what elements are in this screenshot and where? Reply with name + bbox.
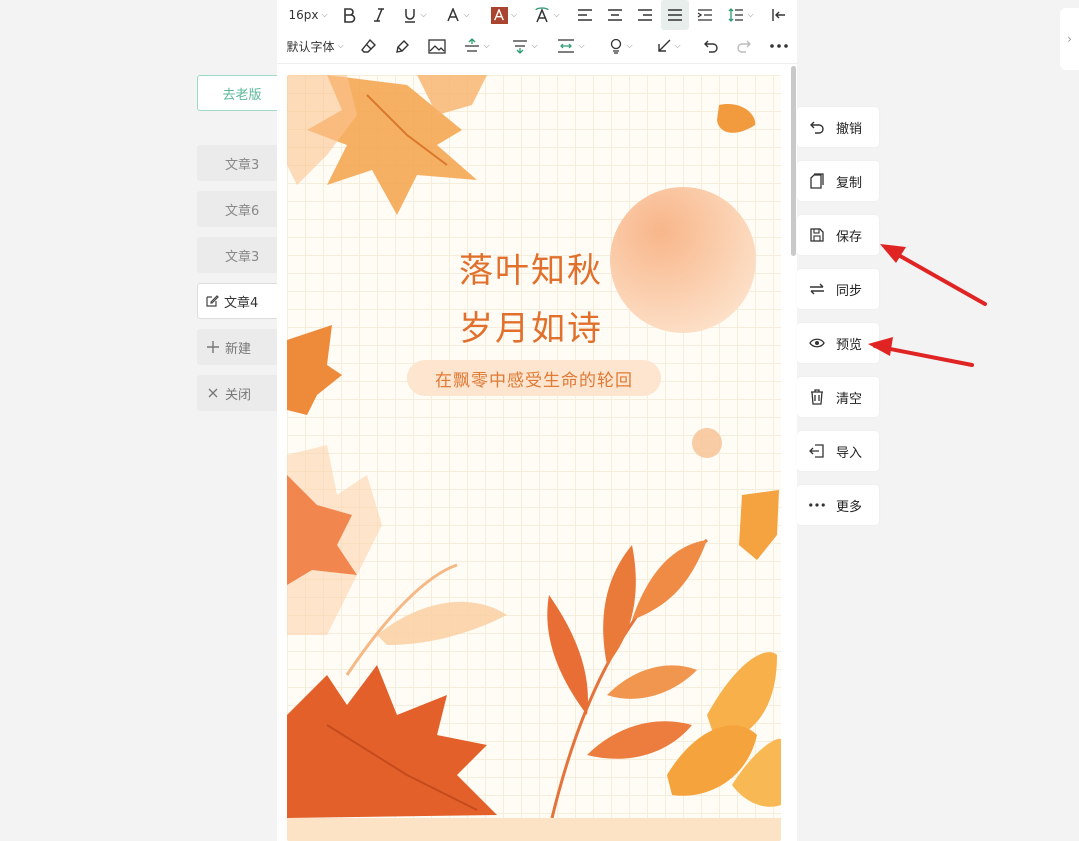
new-article-button[interactable]: 新建 <box>197 329 287 365</box>
align-center-icon[interactable] <box>603 0 627 30</box>
undo-toolbar-icon[interactable] <box>699 31 723 61</box>
spacing-before-icon[interactable]: ⌵ <box>459 31 495 61</box>
resize-arrow-icon[interactable]: ⌵ <box>651 31 687 61</box>
eraser-icon[interactable] <box>357 31 381 61</box>
sync-button[interactable]: 同步 <box>797 269 879 309</box>
underline-icon[interactable]: ⌵ <box>397 0 433 30</box>
toolbar: 16px ⌵ ⌵ ⌵ ⌵ ⌵ ⌵ 默认字体 ⌵ ⌵ ⌵ ⌵ ⌵ ⌵ <box>277 0 797 64</box>
font-size-value: 16px <box>288 8 319 22</box>
undo-icon <box>809 119 825 135</box>
new-article-label: 新建 <box>225 341 252 357</box>
format-painter-icon[interactable] <box>391 31 415 61</box>
align-justify-icon[interactable] <box>661 0 689 30</box>
poster-title-line1[interactable]: 落叶知秋 <box>459 243 603 292</box>
font-family-select[interactable]: 默认字体 ⌵ <box>283 31 347 61</box>
more-toolbar-icon[interactable] <box>767 31 791 61</box>
indent-icon[interactable] <box>693 0 717 30</box>
autumn-leaves-artwork <box>287 75 781 819</box>
eye-icon <box>809 335 825 351</box>
edit-icon <box>204 293 220 309</box>
article-tab[interactable]: 文章3 <box>197 237 287 273</box>
chevron-right-icon: › <box>1067 32 1072 46</box>
highlight-color-icon[interactable]: ⌵ <box>484 0 524 30</box>
clear-button[interactable]: 清空 <box>797 377 879 417</box>
font-family-value: 默认字体 <box>286 39 335 54</box>
poster-title-line2[interactable]: 岁月如诗 <box>459 301 603 350</box>
font-color-icon[interactable]: ⌵ <box>440 0 476 30</box>
close-button[interactable]: 关闭 <box>197 375 287 411</box>
save-icon <box>809 227 825 243</box>
more-button[interactable]: 更多 <box>797 485 879 525</box>
preview-button[interactable]: 预览 <box>797 323 879 363</box>
article-tab-active[interactable]: 文章4 <box>197 283 287 319</box>
line-height-icon[interactable]: ⌵ <box>723 0 759 30</box>
article-tab-label: 文章3 <box>225 157 260 173</box>
article-tab[interactable]: 文章3 <box>197 145 287 181</box>
import-button[interactable]: 导入 <box>797 431 879 471</box>
article-tab-label: 文章4 <box>224 295 259 311</box>
clear-label: 清空 <box>836 391 863 407</box>
save-button[interactable]: 保存 <box>797 215 879 255</box>
article-tab[interactable]: 文章6 <box>197 191 287 227</box>
align-left-icon[interactable] <box>573 0 597 30</box>
poster-canvas[interactable]: 落叶知秋 岁月如诗 在飘零中感受生命的轮回 <box>287 75 781 841</box>
trash-icon <box>809 389 825 405</box>
article-tab-label: 文章3 <box>225 249 260 265</box>
align-right-icon[interactable] <box>633 0 657 30</box>
copy-icon <box>809 173 825 189</box>
more-icon <box>809 497 825 513</box>
import-icon <box>809 443 825 459</box>
import-label: 导入 <box>836 445 863 461</box>
plus-icon <box>205 339 221 355</box>
copy-button[interactable]: 复制 <box>797 161 879 201</box>
italic-icon[interactable] <box>367 0 391 30</box>
letter-spacing-icon[interactable]: ⌵ <box>553 31 589 61</box>
editor-scrollbar[interactable] <box>791 66 796 256</box>
collapse-panel-button[interactable]: › <box>1060 8 1079 70</box>
undo-label: 撤销 <box>836 121 863 137</box>
preview-label: 预览 <box>836 337 863 353</box>
editor-panel: 16px ⌵ ⌵ ⌵ ⌵ ⌵ ⌵ 默认字体 ⌵ ⌵ ⌵ ⌵ ⌵ ⌵ 落叶知秋 岁… <box>277 0 797 841</box>
undo-button[interactable]: 撤销 <box>797 107 879 147</box>
poster-subtitle[interactable]: 在飘零中感受生命的轮回 <box>407 360 661 396</box>
spacing-after-icon[interactable]: ⌵ <box>507 31 543 61</box>
close-icon <box>205 385 221 401</box>
exit-icon[interactable] <box>767 0 791 30</box>
close-label: 关闭 <box>225 387 252 403</box>
font-size-select[interactable]: 16px ⌵ <box>283 0 333 30</box>
bold-icon[interactable] <box>337 0 361 30</box>
sync-label: 同步 <box>836 283 863 299</box>
image-icon[interactable] <box>425 31 449 61</box>
save-label: 保存 <box>836 229 863 245</box>
text-effect-icon[interactable]: ⌵ <box>529 0 565 30</box>
copy-label: 复制 <box>836 175 863 191</box>
poster-bottom-band <box>287 818 781 841</box>
bulb-icon[interactable]: ⌵ <box>603 31 639 61</box>
more-label: 更多 <box>836 499 863 515</box>
sync-icon <box>809 281 825 297</box>
redo-toolbar-icon[interactable] <box>732 31 756 61</box>
old-version-button[interactable]: 去老版 <box>197 75 287 111</box>
article-tab-label: 文章6 <box>225 203 260 219</box>
